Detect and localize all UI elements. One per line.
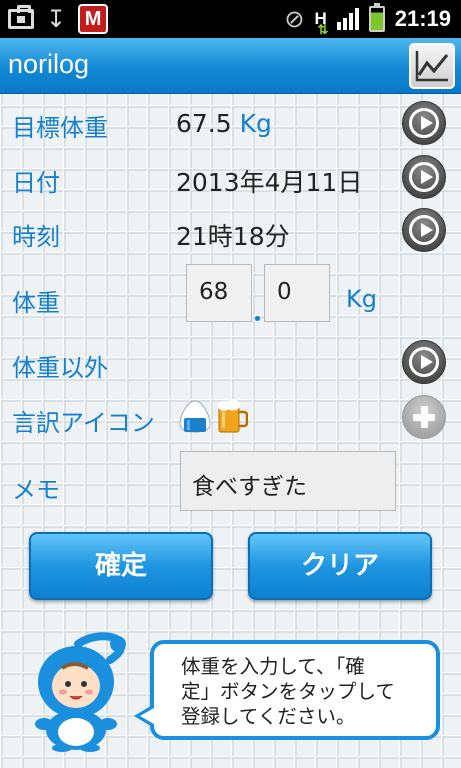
status-clock: 21:19 (394, 6, 451, 31)
hint-bubble: 体重を入力して、「確 定」ボタンをタップして 登録してください。 (150, 640, 440, 740)
weight-integer-input[interactable]: 68 (186, 264, 252, 322)
weight-label: 体重 (12, 289, 60, 317)
weight-unit: Kg (346, 285, 377, 313)
decimal-point (255, 316, 260, 321)
app-title: norilog (8, 49, 90, 79)
mute-icon: ⊘ (284, 5, 305, 33)
mcafee-icon: M (78, 4, 109, 34)
status-bar: ↧ M ⊘ H ⇅ 21:19 (0, 0, 461, 38)
time-edit-button[interactable] (402, 208, 446, 252)
hint-line-1: 体重を入力して、「確 (181, 655, 365, 678)
bubble-tail-inner (140, 708, 154, 724)
target-weight-edit-button[interactable] (402, 101, 446, 145)
briefcase-icon (8, 5, 34, 29)
date-value: 2013年4月11日 (176, 168, 363, 197)
signal-icon (336, 8, 359, 30)
graph-button[interactable] (409, 43, 455, 89)
memo-label: メモ (12, 476, 60, 504)
time-label: 時刻 (12, 223, 60, 251)
usb-icon: ↧ (46, 5, 67, 33)
play-icon (409, 215, 439, 245)
title-bar: norilog (0, 38, 461, 94)
hint-line-3: 登録してください。 (181, 705, 356, 728)
battery-charging-icon (368, 3, 385, 32)
hspa-icon: H ⇅ (314, 9, 329, 37)
add-excuse-icon-button[interactable] (402, 395, 446, 439)
beer-icon (218, 399, 248, 433)
play-icon (409, 347, 439, 377)
target-weight-unit: Kg (239, 109, 272, 138)
other-edit-button[interactable] (402, 340, 446, 384)
clear-button[interactable]: クリア (248, 532, 432, 600)
target-weight-value-row: 67.5 Kg (176, 109, 272, 138)
target-weight-label: 目標体重 (12, 114, 108, 142)
excuse-icon-label: 言訳アイコン (12, 409, 155, 437)
date-edit-button[interactable] (402, 155, 446, 199)
target-weight-value: 67.5 (176, 109, 232, 138)
weight-decimal-input[interactable]: 0 (264, 264, 330, 322)
play-icon (409, 162, 439, 192)
other-label: 体重以外 (12, 354, 108, 382)
play-icon (409, 108, 439, 138)
confirm-button[interactable]: 確定 (29, 532, 213, 600)
hint-line-2: 定」ボタンをタップして (181, 680, 395, 703)
rice-ball-icon (179, 400, 211, 433)
mascot-character (35, 632, 126, 752)
line-graph-icon (415, 51, 449, 82)
date-label: 日付 (12, 169, 60, 197)
memo-input[interactable]: 食べすぎた (180, 451, 396, 511)
time-value: 21時18分 (176, 222, 290, 251)
